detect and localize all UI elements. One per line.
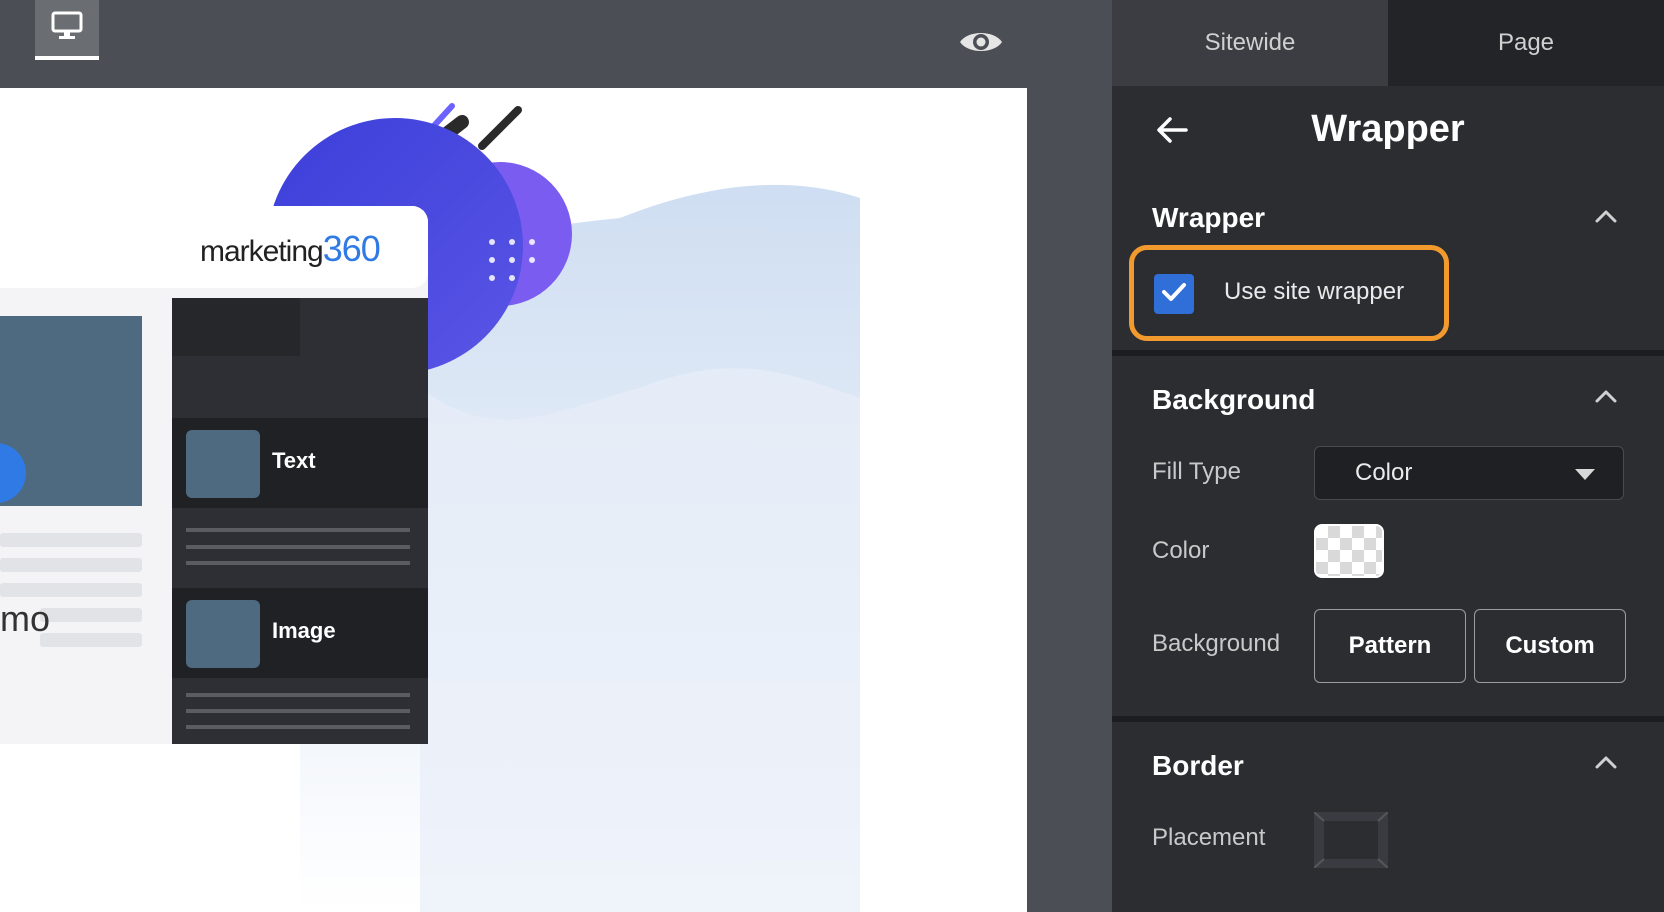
card-item-image: Image <box>272 618 336 643</box>
custom-button-label: Custom <box>1505 632 1595 659</box>
placement-label: Placement <box>1152 824 1266 851</box>
pattern-button-label: Pattern <box>1348 632 1432 659</box>
chevron-up-icon <box>1592 210 1620 230</box>
color-swatch[interactable] <box>1314 524 1384 578</box>
fill-type-label: Fill Type <box>1152 458 1241 485</box>
tab-sitewide[interactable]: Sitewide <box>1112 0 1388 86</box>
tab-page[interactable]: Page <box>1388 0 1664 86</box>
collapse-border-section[interactable] <box>1592 752 1620 772</box>
canvas-right-margin <box>860 88 1027 912</box>
collapse-background-section[interactable] <box>1592 386 1620 406</box>
panel-title: Wrapper <box>1311 108 1465 150</box>
caret-down-icon <box>1575 469 1595 480</box>
pattern-button[interactable]: Pattern <box>1314 609 1466 683</box>
section-title-border: Border <box>1152 750 1244 781</box>
chevron-up-icon <box>1592 390 1620 410</box>
background-label: Background <box>1152 630 1281 657</box>
partial-heading-text: mo <box>0 598 51 639</box>
tab-page-label: Page <box>1497 29 1555 56</box>
logo-text-360: 360 <box>322 228 381 269</box>
section-title-background: Background <box>1152 384 1316 415</box>
chevron-up-icon <box>1592 756 1620 776</box>
preview-button[interactable] <box>958 24 1004 64</box>
logo-text-marketing: marketing <box>200 235 324 268</box>
collapse-wrapper-section[interactable] <box>1592 206 1620 226</box>
desktop-monitor-icon <box>50 11 84 46</box>
editor-area: marketing360 Text Image mo <box>0 0 1112 912</box>
fill-type-select[interactable]: Color <box>1314 446 1624 500</box>
logo: marketing360 <box>200 228 381 270</box>
page-canvas[interactable]: marketing360 Text Image mo <box>0 88 1027 912</box>
section-title-wrapper: Wrapper <box>1152 202 1266 233</box>
border-placement-icon <box>1313 811 1389 872</box>
use-site-wrapper-checkbox[interactable] <box>1154 274 1194 314</box>
card-item-text: Text <box>272 448 316 473</box>
settings-panel: Sitewide Page Wrapper Wrapper Use site w… <box>1112 0 1664 912</box>
border-placement-control[interactable] <box>1313 811 1389 869</box>
section-divider <box>1112 716 1664 722</box>
eye-icon <box>958 27 1004 62</box>
desktop-view-tab[interactable] <box>35 0 99 60</box>
tab-sitewide-label: Sitewide <box>1204 29 1296 56</box>
section-divider <box>1112 350 1664 356</box>
fill-type-value: Color <box>1355 459 1413 486</box>
hero-illustration <box>0 88 860 912</box>
panel-tabs: Sitewide Page <box>1112 0 1664 86</box>
use-site-wrapper-label[interactable]: Use site wrapper <box>1224 278 1404 306</box>
checkmark-icon <box>1160 280 1188 309</box>
color-label: Color <box>1152 537 1210 564</box>
custom-button[interactable]: Custom <box>1474 609 1626 683</box>
